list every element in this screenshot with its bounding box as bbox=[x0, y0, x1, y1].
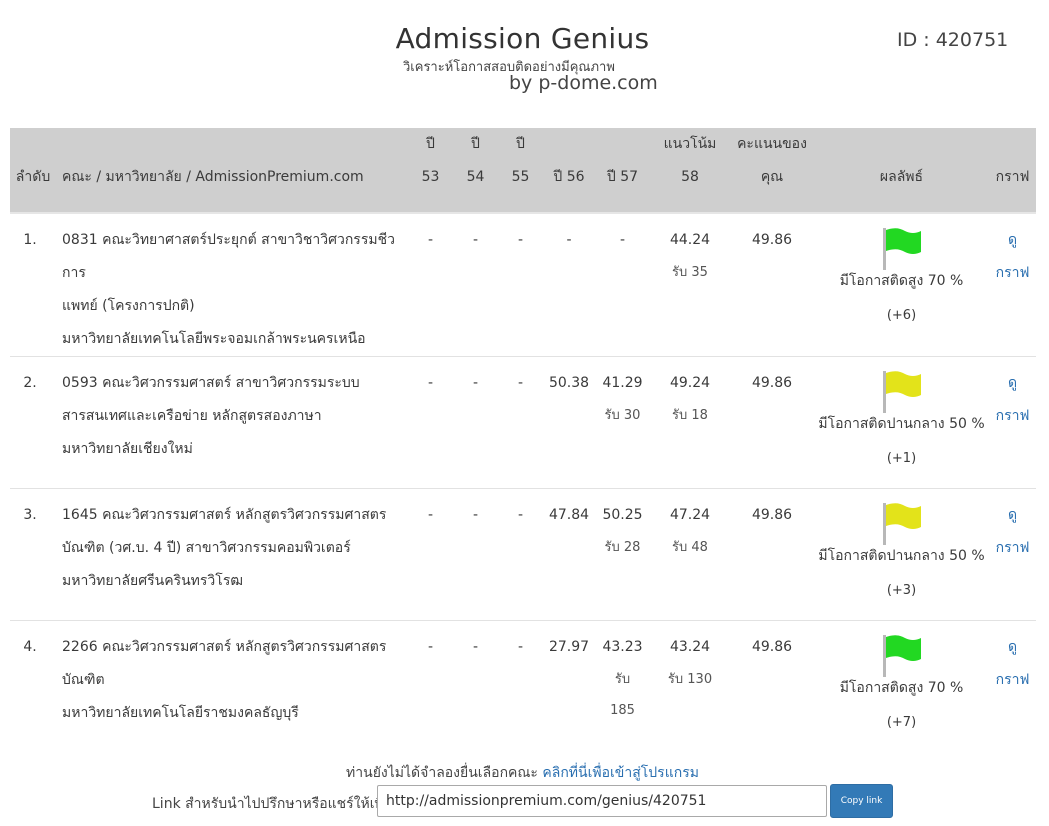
row-y55: - bbox=[517, 507, 524, 523]
table-row: 1. 0831 คณะวิทยาศาสตร์ประยุกต์ สาขาวิชาว… bbox=[10, 213, 1036, 357]
row-score: 49.86 bbox=[751, 232, 793, 248]
row-y54: - bbox=[472, 639, 479, 655]
row-graph: ดู กราฟ bbox=[989, 489, 1036, 621]
flag-icon bbox=[882, 635, 921, 677]
col-year54: ปี 54 bbox=[466, 136, 485, 185]
row-y56: 27.97 bbox=[548, 639, 590, 655]
row-trend: 43.24 รับ 130 bbox=[667, 639, 713, 687]
col-graph: กราฟ bbox=[995, 169, 1030, 185]
row-score: 49.86 bbox=[751, 507, 793, 523]
row-y57: - bbox=[619, 232, 626, 248]
row-y53: - bbox=[427, 507, 434, 523]
view-graph-link[interactable]: ดู กราฟ bbox=[989, 224, 1036, 290]
row-rank: 4. bbox=[23, 639, 37, 655]
share-link-row: Link สำหรับนำไปปรึกษาหรือแชร์ให้เพื่อน C… bbox=[0, 784, 1049, 818]
row-y54: - bbox=[472, 375, 479, 391]
enter-program-link[interactable]: คลิกที่นี่เพื่อเข้าสู่โปรแกรม bbox=[542, 765, 699, 781]
promo-message: ท่านยังไม่ได้จำลองยื่นเลือกคณะ คลิกที่นี… bbox=[0, 762, 1045, 784]
promo-text: ท่านยังไม่ได้จำลองยื่นเลือกคณะ bbox=[346, 765, 538, 781]
record-id: ID : 420751 bbox=[897, 29, 1009, 51]
row-y55: - bbox=[517, 375, 524, 391]
results-table: ลำดับ คณะ / มหาวิทยาลัย / AdmissionPremi… bbox=[10, 128, 1036, 753]
row-y54: - bbox=[472, 232, 479, 248]
row-y53: - bbox=[427, 232, 434, 248]
row-result: มีโอกาสติดสูง 70 % (+7) bbox=[814, 621, 989, 753]
row-y56: - bbox=[566, 232, 572, 248]
row-score: 49.86 bbox=[751, 375, 793, 391]
row-y56: 47.84 bbox=[548, 507, 590, 523]
col-year53: ปี 53 bbox=[421, 136, 440, 185]
row-faculty: 0593 คณะวิศวกรรมศาสตร์ สาขาวิศวกรรมระบบ … bbox=[62, 375, 360, 457]
row-y55: - bbox=[517, 639, 524, 655]
col-trend: แนวโน้ม 58 bbox=[663, 136, 717, 185]
row-rank: 1. bbox=[23, 232, 37, 248]
table-row: 4. 2266 คณะวิศวกรรมศาสตร์ หลักสูตรวิศวกร… bbox=[10, 621, 1036, 753]
row-y54: - bbox=[472, 507, 479, 523]
row-rank: 3. bbox=[23, 507, 37, 523]
row-graph: ดู กราฟ bbox=[989, 357, 1036, 489]
col-result: ผลลัพธ์ bbox=[879, 169, 924, 185]
row-y53: - bbox=[427, 639, 434, 655]
col-year55: ปี 55 bbox=[511, 136, 530, 185]
table-row: 3. 1645 คณะวิศวกรรมศาสตร์ หลักสูตรวิศวกร… bbox=[10, 489, 1036, 621]
row-result: มีโอกาสติดปานกลาง 50 % (+3) bbox=[814, 489, 989, 621]
flag-icon bbox=[882, 503, 921, 545]
flag-icon bbox=[882, 228, 921, 270]
col-score: คะแนนของ คุณ bbox=[737, 136, 807, 185]
row-graph: ดู กราฟ bbox=[989, 213, 1036, 357]
row-result: มีโอกาสติดปานกลาง 50 % (+1) bbox=[814, 357, 989, 489]
page-title: Admission Genius bbox=[395, 22, 650, 55]
row-trend: 49.24 รับ 18 bbox=[669, 375, 711, 423]
row-trend: 47.24 รับ 48 bbox=[669, 507, 711, 555]
row-faculty: 2266 คณะวิศวกรรมศาสตร์ หลักสูตรวิศวกรรมศ… bbox=[62, 639, 387, 721]
row-y55: - bbox=[517, 232, 524, 248]
table-header: ลำดับ คณะ / มหาวิทยาลัย / AdmissionPremi… bbox=[10, 128, 1036, 213]
row-faculty: 1645 คณะวิศวกรรมศาสตร์ หลักสูตรวิศวกรรมศ… bbox=[62, 507, 387, 589]
row-y57: 50.25 รับ 28 bbox=[602, 507, 643, 555]
row-score: 49.86 bbox=[751, 639, 793, 655]
col-faculty: คณะ / มหาวิทยาลัย / AdmissionPremium.com bbox=[62, 169, 364, 185]
view-graph-link[interactable]: ดู กราฟ bbox=[989, 367, 1036, 433]
table-row: 2. 0593 คณะวิศวกรรมศาสตร์ สาขาวิศวกรรมระ… bbox=[10, 357, 1036, 489]
row-y56: 50.38 bbox=[548, 375, 590, 391]
byline: by p-dome.com bbox=[509, 72, 658, 94]
view-graph-link[interactable]: ดู กราฟ bbox=[989, 499, 1036, 565]
row-y57: 41.29 รับ 30 bbox=[602, 375, 643, 423]
view-graph-link[interactable]: ดู กราฟ bbox=[989, 631, 1036, 697]
row-trend: 44.24 รับ 35 bbox=[669, 232, 711, 280]
flag-icon bbox=[882, 371, 921, 413]
col-year56: ปี 56 bbox=[553, 169, 585, 185]
share-link-label: Link สำหรับนำไปปรึกษาหรือแชร์ให้เพื่อน bbox=[152, 796, 402, 812]
row-rank: 2. bbox=[23, 375, 37, 391]
row-y57: 43.23 รับ 185 bbox=[602, 639, 643, 718]
col-year57: ปี 57 bbox=[606, 169, 639, 185]
row-faculty: 0831 คณะวิทยาศาสตร์ประยุกต์ สาขาวิชาวิศว… bbox=[62, 232, 395, 347]
row-result: มีโอกาสติดสูง 70 % (+6) bbox=[814, 213, 989, 357]
row-y53: - bbox=[427, 375, 434, 391]
share-link-input[interactable] bbox=[377, 785, 827, 817]
col-rank: ลำดับ bbox=[15, 169, 51, 185]
copy-link-button[interactable]: Copy link bbox=[830, 784, 893, 818]
row-graph: ดู กราฟ bbox=[989, 621, 1036, 753]
